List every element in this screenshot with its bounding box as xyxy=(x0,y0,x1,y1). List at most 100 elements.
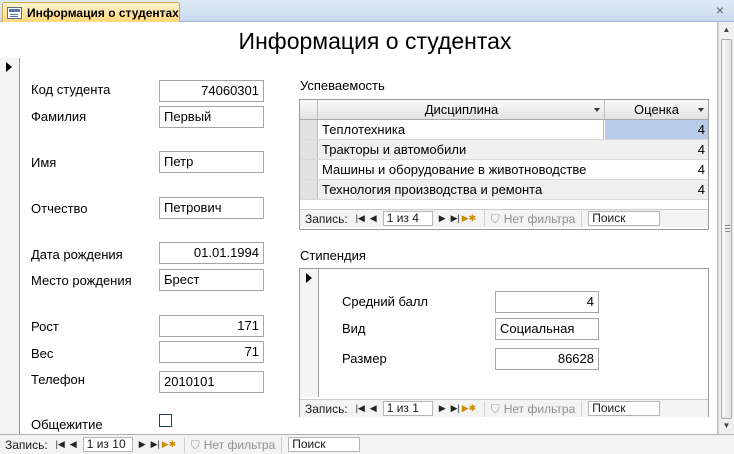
avg-score-field[interactable]: 4 xyxy=(495,291,599,313)
progress-datasheet: Дисциплина Оценка Теплотехника 4 Трактор… xyxy=(299,99,709,230)
birth-date-field[interactable]: 01.01.1994 xyxy=(159,242,264,264)
search-input[interactable]: Поиск xyxy=(588,401,661,416)
datasheet-header: Дисциплина Оценка xyxy=(300,100,708,120)
dormitory-checkbox[interactable] xyxy=(159,414,172,427)
previous-record-icon[interactable]: ◀ xyxy=(67,439,80,450)
first-record-icon[interactable]: |◀ xyxy=(54,439,67,450)
record-selector[interactable] xyxy=(300,269,319,397)
filter-toggle-button[interactable]: ⛉ Нет фильтра xyxy=(183,436,283,453)
stipend-amount-field[interactable]: 86628 xyxy=(495,348,599,370)
new-record-icon[interactable]: ▶✱ xyxy=(462,213,476,224)
scroll-down-arrow-icon[interactable]: ▼ xyxy=(719,418,734,434)
row-selector[interactable] xyxy=(300,120,318,139)
last-record-icon[interactable]: ▶| xyxy=(449,403,462,414)
weight-label: Вес xyxy=(31,346,54,361)
record-selector[interactable] xyxy=(0,58,20,434)
column-header-label: Дисциплина xyxy=(424,102,499,117)
select-all-corner[interactable] xyxy=(300,100,318,119)
row-selector[interactable] xyxy=(300,180,318,199)
record-nav-label: Запись: xyxy=(305,401,348,416)
height-label: Рост xyxy=(31,319,59,334)
next-record-icon[interactable]: ▶ xyxy=(436,403,449,414)
first-name-field[interactable]: Петр xyxy=(159,151,264,173)
current-record-arrow-icon xyxy=(306,273,312,283)
last-name-field[interactable]: Первый xyxy=(159,106,264,128)
table-row[interactable]: Технология производства и ремонта 4 xyxy=(300,180,708,200)
row-selector[interactable] xyxy=(300,140,318,159)
birth-place-field[interactable]: Брест xyxy=(159,269,264,291)
next-record-icon[interactable]: ▶ xyxy=(136,439,149,450)
weight-field[interactable]: 71 xyxy=(159,341,264,363)
scroll-up-arrow-icon[interactable]: ▲ xyxy=(719,22,734,38)
birth-place-label: Место рождения xyxy=(31,273,132,288)
height-field[interactable]: 171 xyxy=(159,315,264,337)
filter-icon: ⛉ xyxy=(490,211,500,226)
scrollbar-thumb[interactable] xyxy=(721,39,732,419)
next-record-icon[interactable]: ▶ xyxy=(436,213,449,224)
previous-record-icon[interactable]: ◀ xyxy=(367,213,380,224)
new-record-icon[interactable]: ▶✱ xyxy=(462,403,476,414)
filter-toggle-button[interactable]: ⛉ Нет фильтра xyxy=(483,400,583,417)
student-code-field[interactable]: 74060301 xyxy=(159,80,264,102)
chevron-down-icon[interactable] xyxy=(594,108,600,112)
search-input[interactable]: Поиск xyxy=(288,437,361,452)
filter-icon: ⛉ xyxy=(490,401,500,416)
patronymic-label: Отчество xyxy=(31,201,88,216)
discipline-cell[interactable]: Тракторы и автомобили xyxy=(320,140,604,159)
discipline-cell[interactable]: Теплотехника xyxy=(320,120,604,139)
progress-caption: Успеваемость xyxy=(300,78,385,93)
first-name-label: Имя xyxy=(31,155,57,170)
form-icon xyxy=(7,6,22,19)
record-nav-label: Запись: xyxy=(5,437,48,452)
stipend-caption: Стипендия xyxy=(300,248,366,263)
row-selector[interactable] xyxy=(300,160,318,179)
new-record-icon[interactable]: ▶✱ xyxy=(162,439,176,450)
grade-cell[interactable]: 4 xyxy=(605,160,708,179)
tab-student-info[interactable]: Информация о студентах xyxy=(2,2,180,22)
stipend-subform: Средний балл 4 Вид Социальная Размер 866… xyxy=(299,268,709,417)
table-row[interactable]: Теплотехника 4 xyxy=(300,120,708,140)
previous-record-icon[interactable]: ◀ xyxy=(367,403,380,414)
first-record-icon[interactable]: |◀ xyxy=(354,213,367,224)
filter-icon: ⛉ xyxy=(190,437,200,452)
document-tab-strip: Информация о студентах × xyxy=(0,0,734,22)
grade-cell[interactable]: 4 xyxy=(605,180,708,199)
chevron-down-icon[interactable] xyxy=(698,108,704,112)
column-header-label: Оценка xyxy=(633,102,680,117)
table-row[interactable]: Тракторы и автомобили 4 xyxy=(300,140,708,160)
stipend-amount-label: Размер xyxy=(342,351,387,366)
last-record-icon[interactable]: ▶| xyxy=(149,439,162,450)
column-header-discipline[interactable]: Дисциплина xyxy=(319,100,605,119)
patronymic-field[interactable]: Петрович xyxy=(159,197,264,219)
phone-field[interactable]: 2010101 xyxy=(159,371,264,393)
first-record-icon[interactable]: |◀ xyxy=(354,403,367,414)
stipend-type-label: Вид xyxy=(342,321,366,336)
student-code-label: Код студента xyxy=(31,82,111,97)
grade-cell[interactable]: 4 xyxy=(605,140,708,159)
stipend-record-navigation: Запись: |◀ ◀ 1 из 1 ▶ ▶| ▶✱ ⛉ Нет фильтра… xyxy=(300,399,708,417)
birth-date-label: Дата рождения xyxy=(31,247,123,262)
stipend-type-field[interactable]: Социальная xyxy=(495,318,599,340)
filter-label: Нет фильтра xyxy=(203,437,276,452)
table-row[interactable]: Машины и оборудование в животноводстве 4 xyxy=(300,160,708,180)
grip-icon xyxy=(725,225,730,232)
record-position-input[interactable]: 1 из 1 xyxy=(382,401,433,416)
last-record-icon[interactable]: ▶| xyxy=(449,213,462,224)
record-position-input[interactable]: 1 из 4 xyxy=(382,211,433,226)
discipline-cell[interactable]: Технология производства и ремонта xyxy=(320,180,604,199)
search-input[interactable]: Поиск xyxy=(588,211,661,226)
close-icon[interactable]: × xyxy=(716,3,724,17)
discipline-cell[interactable]: Машины и оборудование в животноводстве xyxy=(320,160,604,179)
filter-toggle-button[interactable]: ⛉ Нет фильтра xyxy=(483,210,583,227)
tab-title: Информация о студентах xyxy=(27,5,179,20)
grade-cell[interactable]: 4 xyxy=(605,120,708,139)
record-position-input[interactable]: 1 из 10 xyxy=(82,437,133,452)
form-vertical-scrollbar[interactable]: ▲ ▼ xyxy=(718,22,734,434)
filter-label: Нет фильтра xyxy=(503,211,576,226)
main-record-navigation: Запись: |◀ ◀ 1 из 10 ▶ ▶| ▶✱ ⛉ Нет фильтр… xyxy=(0,434,734,454)
column-header-grade[interactable]: Оценка xyxy=(605,100,708,119)
current-record-arrow-icon xyxy=(6,62,12,72)
filter-label: Нет фильтра xyxy=(503,401,576,416)
avg-score-label: Средний балл xyxy=(342,294,429,309)
form-title: Информация о студентах xyxy=(238,28,512,54)
